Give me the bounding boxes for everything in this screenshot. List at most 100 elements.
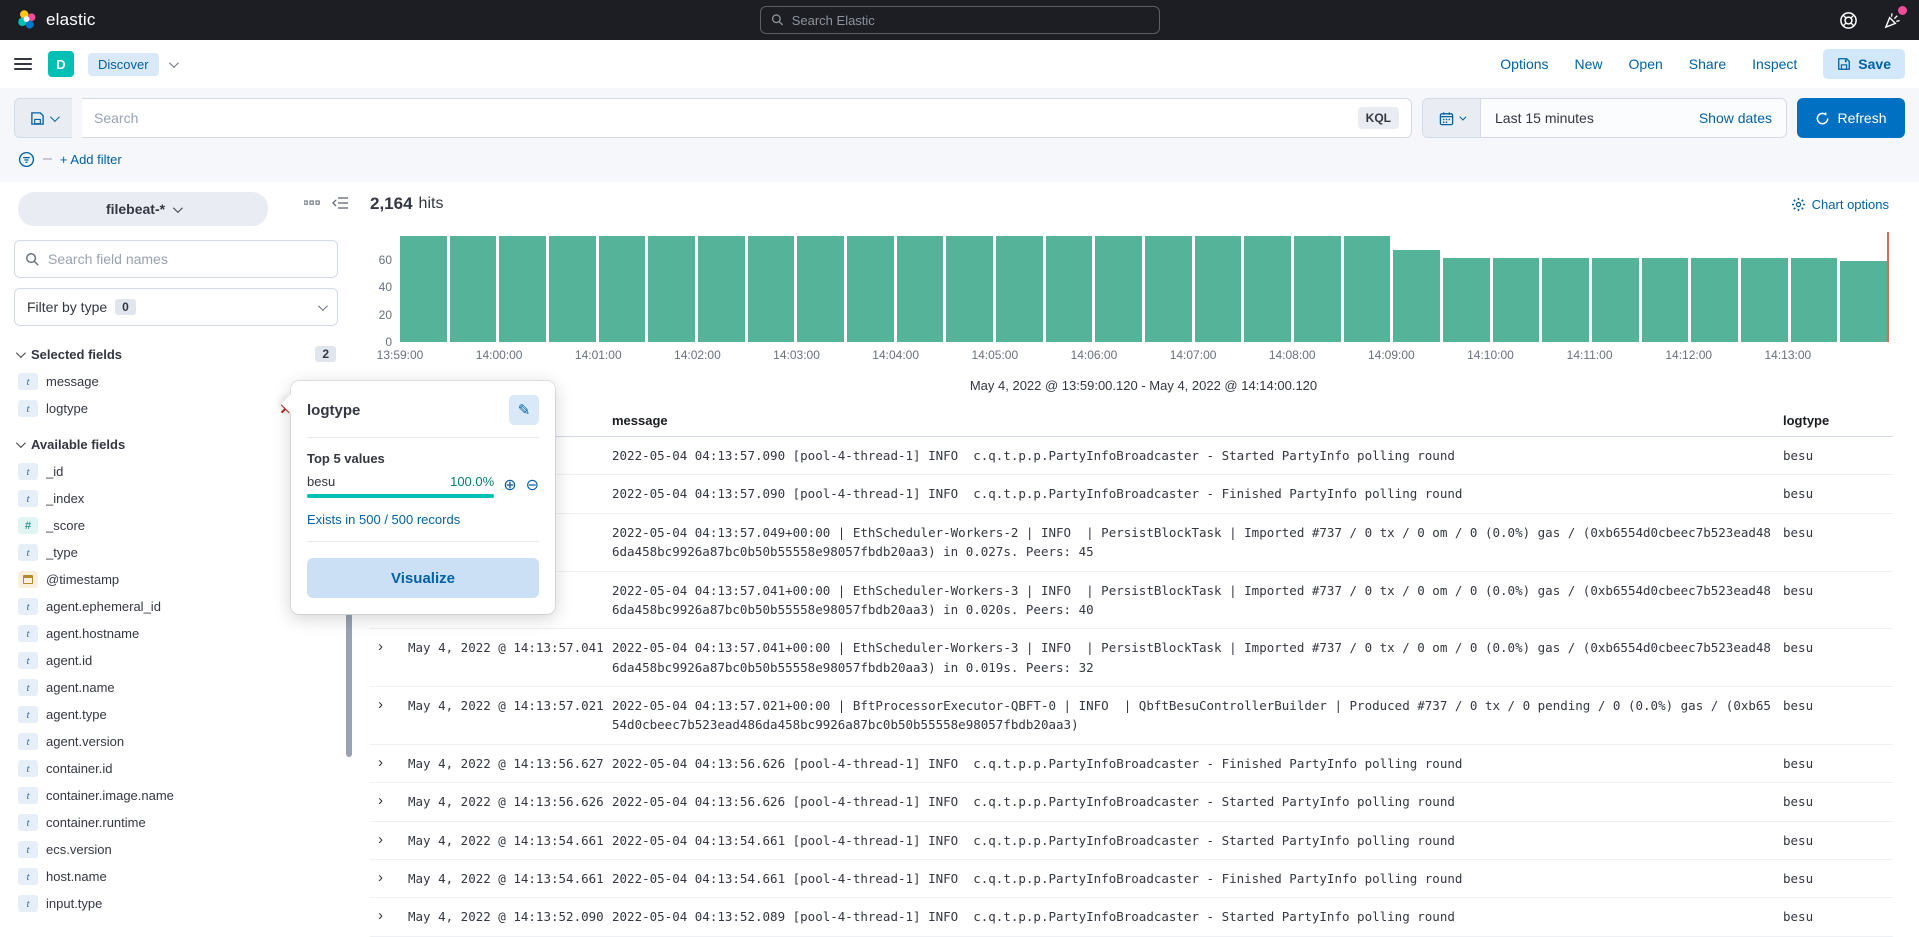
collapse-sidebar-icon[interactable] [332, 196, 348, 210]
filter-out-value-icon[interactable]: ⊖ [526, 478, 539, 494]
save-button[interactable]: Save [1823, 49, 1905, 79]
expand-row-icon[interactable]: › [370, 696, 400, 714]
histogram-bar[interactable] [648, 236, 695, 342]
histogram-bar[interactable] [599, 236, 646, 342]
histogram-bar[interactable] [946, 236, 993, 342]
date-picker-calendar-button[interactable] [1423, 99, 1481, 137]
expand-row-icon[interactable]: › [370, 869, 400, 887]
histogram-bar[interactable] [748, 236, 795, 342]
breadcrumb-chevron-icon[interactable] [169, 55, 176, 73]
breadcrumb[interactable]: Discover [88, 53, 159, 76]
toolbar-link-open[interactable]: Open [1629, 56, 1663, 72]
news-feed-icon[interactable] [1881, 9, 1903, 31]
expand-row-icon[interactable]: › [370, 754, 400, 772]
global-search-input[interactable] [792, 13, 1149, 28]
toolbar-link-options[interactable]: Options [1500, 56, 1548, 72]
histogram-bar[interactable] [400, 236, 447, 342]
app-badge[interactable]: D [48, 51, 74, 77]
add-filter-link[interactable]: + Add filter [60, 152, 122, 167]
field-item-_index[interactable]: t _index [14, 485, 338, 512]
expand-row-icon[interactable]: › [370, 638, 400, 656]
histogram-bar[interactable] [1095, 236, 1142, 342]
histogram-bar[interactable] [1244, 236, 1291, 342]
histogram-bar[interactable] [698, 236, 745, 342]
kql-toggle[interactable]: KQL [1358, 107, 1399, 129]
histogram-bar[interactable] [1393, 250, 1440, 342]
available-fields-section[interactable]: Available fields 65 [14, 430, 338, 458]
field-type-icon: t [18, 544, 38, 561]
global-search[interactable] [760, 6, 1160, 34]
refresh-button[interactable]: Refresh [1797, 98, 1905, 138]
chart-options-button[interactable]: Chart options [1791, 197, 1889, 212]
filter-for-value-icon[interactable]: ⊕ [503, 478, 516, 494]
index-pattern-selector[interactable]: filebeat-* [18, 192, 268, 226]
selected-fields-section[interactable]: Selected fields 2 [14, 340, 338, 368]
toolbar-link-share[interactable]: Share [1689, 56, 1726, 72]
histogram-bar[interactable] [1493, 258, 1540, 342]
histogram-bar[interactable] [1840, 261, 1887, 342]
histogram-bar[interactable] [1542, 258, 1589, 342]
histogram-bar[interactable] [847, 236, 894, 342]
histogram-bar[interactable] [1145, 236, 1192, 342]
field-item-agent.type[interactable]: t agent.type [14, 701, 338, 728]
toolbar-link-new[interactable]: New [1575, 56, 1603, 72]
visualize-button[interactable]: Visualize [307, 558, 539, 598]
field-item-message[interactable]: t message [14, 368, 338, 395]
field-item-_type[interactable]: t _type [14, 539, 338, 566]
histogram-bar[interactable] [549, 236, 596, 342]
field-item-container.id[interactable]: t container.id [14, 755, 338, 782]
histogram-bar[interactable] [1592, 258, 1639, 342]
field-item-agent.version[interactable]: t agent.version [14, 728, 338, 755]
field-item-agent.hostname[interactable]: t agent.hostname [14, 620, 338, 647]
menu-icon[interactable] [14, 58, 32, 70]
histogram-bar[interactable] [1046, 236, 1093, 342]
expand-row-icon[interactable]: › [370, 792, 400, 810]
histogram-bar[interactable] [797, 236, 844, 342]
field-item-_score[interactable]: # _score [14, 512, 338, 539]
histogram-bar[interactable] [499, 236, 546, 342]
gear-icon [1791, 197, 1806, 212]
field-item-ecs.version[interactable]: t ecs.version [14, 836, 338, 863]
histogram-bar[interactable] [450, 236, 497, 342]
query-input[interactable] [94, 110, 1358, 126]
histogram-bar[interactable] [1294, 236, 1341, 342]
x-axis: 13:59:0014:00:0014:01:0014:02:0014:03:00… [400, 348, 1887, 368]
time-range-value[interactable]: Last 15 minutes [1481, 110, 1699, 126]
histogram-bar[interactable] [897, 236, 944, 342]
field-item-@timestamp[interactable]: @timestamp [14, 566, 338, 593]
histogram-bar[interactable] [1642, 258, 1689, 342]
expand-row-icon[interactable]: › [370, 907, 400, 925]
field-settings-icon[interactable] [304, 197, 320, 209]
histogram-bar[interactable] [996, 236, 1043, 342]
histogram-bar[interactable] [1443, 258, 1490, 342]
column-header-logtype[interactable]: logtype [1783, 413, 1893, 428]
column-header-message[interactable]: message [612, 413, 1775, 428]
field-item-container.runtime[interactable]: t container.runtime [14, 809, 338, 836]
field-search-input[interactable] [48, 251, 327, 267]
help-icon[interactable] [1837, 9, 1859, 31]
field-item-agent.ephemeral_id[interactable]: t agent.ephemeral_id [14, 593, 338, 620]
toolbar-link-inspect[interactable]: Inspect [1752, 56, 1797, 72]
field-item-host.name[interactable]: t host.name [14, 863, 338, 890]
elastic-logo[interactable]: elastic [16, 9, 96, 31]
field-item-container.image.name[interactable]: t container.image.name [14, 782, 338, 809]
sidebar-scrollbar[interactable] [346, 597, 352, 757]
histogram-bar[interactable] [1344, 236, 1391, 342]
field-item-input.type[interactable]: t input.type [14, 890, 338, 917]
histogram-bar[interactable] [1691, 258, 1738, 342]
saved-query-menu-button[interactable] [14, 98, 72, 138]
histogram-chart[interactable]: 0204060 13:59:0014:00:0014:01:0014:02:00… [400, 232, 1887, 393]
filter-icon[interactable] [18, 151, 35, 168]
edit-field-button[interactable]: ✎ [509, 395, 539, 425]
histogram-bar[interactable] [1791, 258, 1838, 342]
field-item-_id[interactable]: t _id [14, 458, 338, 485]
exists-in-records-link[interactable]: Exists in 500 / 500 records [307, 512, 539, 542]
histogram-bar[interactable] [1741, 258, 1788, 342]
type-filter-count: 0 [115, 299, 136, 315]
histogram-bar[interactable] [1195, 236, 1242, 342]
expand-row-icon[interactable]: › [370, 831, 400, 849]
field-item-agent.name[interactable]: t agent.name [14, 674, 338, 701]
filter-by-type-dropdown[interactable]: Filter by type 0 [14, 288, 338, 326]
field-item-agent.id[interactable]: t agent.id [14, 647, 338, 674]
show-dates-link[interactable]: Show dates [1699, 110, 1786, 126]
